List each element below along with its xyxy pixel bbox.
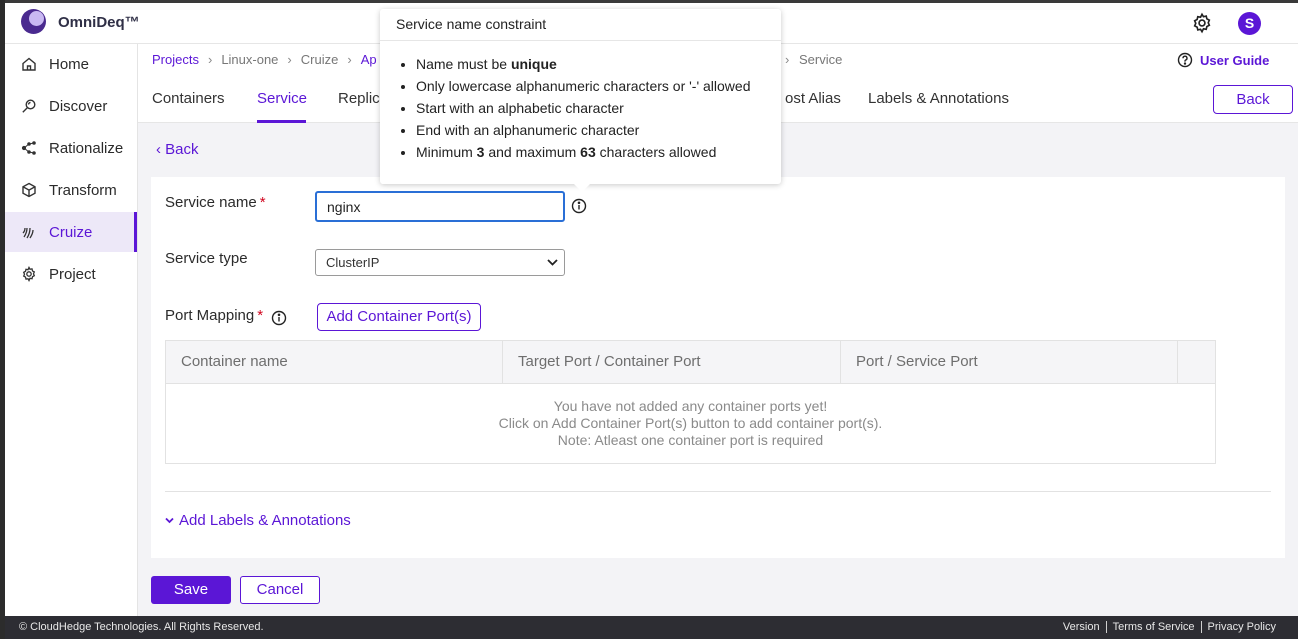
constraint-bold: 63 [580, 144, 596, 160]
tab-labels-annotations[interactable]: Labels & Annotations [868, 90, 1009, 107]
breadcrumb-projects[interactable]: Projects [152, 52, 199, 67]
constraint-item: End with an alphanumeric character [416, 119, 751, 141]
chevron-right-icon: › [347, 52, 352, 67]
chevron-left-icon: ‹ [156, 141, 161, 158]
constraint-text: Minimum [416, 144, 477, 160]
service-type-label: Service type [165, 250, 248, 267]
sidebar-item-label: Cruize [49, 223, 93, 241]
sidebar-item-label: Home [49, 55, 90, 73]
sidebar-item-discover[interactable]: Discover [5, 86, 137, 126]
column-header-target-port: Target Port / Container Port [503, 341, 841, 384]
port-mapping-label-text: Port Mapping [165, 307, 255, 324]
info-icon[interactable] [271, 310, 287, 326]
user-avatar[interactable]: S [1238, 12, 1261, 35]
back-link-label: Back [165, 141, 199, 158]
chevron-down-icon [547, 259, 558, 266]
constraint-text: End with an alphanumeric character [416, 122, 640, 138]
sidebar-item-rationalize[interactable]: Rationalize [5, 128, 137, 168]
tooltip-arrow [574, 184, 590, 192]
chevron-down-icon [165, 517, 174, 524]
rationalize-icon [21, 141, 36, 155]
service-name-input[interactable] [315, 191, 565, 222]
constraint-item: Name must be unique [416, 53, 751, 75]
chevron-right-icon: › [207, 52, 213, 67]
back-button[interactable]: Back [1213, 85, 1293, 114]
column-header-container-name: Container name [166, 341, 503, 384]
section-divider [165, 491, 1271, 492]
tab-service[interactable]: Service [257, 90, 307, 107]
empty-message-line: You have not added any container ports y… [553, 398, 828, 414]
discover-icon [22, 99, 36, 113]
cancel-button[interactable]: Cancel [240, 576, 320, 604]
user-guide-link[interactable]: User Guide [1177, 52, 1269, 68]
constraint-text: characters allowed [595, 144, 717, 160]
table-header: Container name Target Port / Container P… [166, 341, 1215, 384]
sidebar-item-label: Discover [49, 97, 108, 115]
tooltip-constraint-list: Name must be unique Only lowercase alpha… [416, 53, 751, 163]
transform-icon [22, 182, 36, 198]
labels-toggle-label: Add Labels & Annotations [179, 512, 351, 529]
save-button[interactable]: Save [151, 576, 231, 604]
required-mark: * [257, 307, 264, 324]
tab-host-alias[interactable]: ost Alias [785, 90, 841, 107]
add-labels-annotations-toggle[interactable]: Add Labels & Annotations [165, 512, 351, 529]
service-name-constraint-tooltip: Service name constraint Name must be uni… [380, 9, 781, 192]
service-type-value: ClusterIP [326, 255, 380, 270]
service-type-select[interactable]: ClusterIP [315, 249, 565, 276]
home-icon [22, 57, 36, 71]
add-container-port-button[interactable]: Add Container Port(s) [317, 303, 481, 331]
constraint-item: Minimum 3 and maximum 63 characters allo… [416, 141, 751, 163]
brand-name: OmniDeq™ [58, 14, 140, 31]
sidebar-item-home[interactable]: Home [5, 44, 137, 84]
footer-links: Version Terms of Service Privacy Policy [1057, 621, 1282, 633]
sidebar-item-label: Project [49, 265, 96, 283]
empty-table-message: You have not added any container ports y… [166, 398, 1215, 449]
tab-containers[interactable]: Containers [152, 90, 225, 107]
sidebar-item-cruize[interactable]: Cruize [5, 212, 137, 252]
constraint-text: Start with an alphabetic character [416, 100, 624, 116]
cruize-icon [22, 227, 34, 239]
breadcrumb-application[interactable]: Ap [361, 52, 377, 67]
column-header-service-port: Port / Service Port [841, 341, 1178, 384]
empty-message-line: Click on Add Container Port(s) button to… [498, 415, 883, 431]
omnideq-logo-icon [21, 9, 46, 34]
user-guide-label: User Guide [1200, 52, 1270, 68]
constraint-text: and maximum [484, 144, 581, 160]
chevron-right-icon: › [287, 52, 292, 67]
help-circle-icon [1177, 52, 1193, 68]
constraint-bold: unique [510, 56, 557, 72]
sidebar-item-label: Transform [49, 181, 117, 199]
info-icon[interactable] [571, 198, 587, 214]
service-name-label-text: Service name [165, 194, 257, 211]
constraint-text: Only lowercase alphanumeric characters o… [416, 78, 751, 94]
constraint-item: Only lowercase alphanumeric characters o… [416, 75, 751, 97]
sidebar-item-label: Rationalize [49, 139, 124, 157]
sidebar-item-project[interactable]: Project [5, 254, 137, 294]
breadcrumb: Projects › Linux-one › Cruize › Ap [152, 52, 377, 67]
footer-link-version[interactable]: Version [1057, 621, 1106, 633]
breadcrumb-cruize[interactable]: Cruize [301, 52, 339, 67]
copyright-text: © CloudHedge Technologies. All Rights Re… [19, 621, 264, 633]
required-mark: * [259, 194, 266, 211]
sidebar: Home Discover Rationalize Transform Crui… [5, 44, 138, 616]
footer-link-privacy[interactable]: Privacy Policy [1200, 621, 1282, 633]
chevron-right-icon: › [785, 52, 790, 67]
sidebar-item-transform[interactable]: Transform [5, 170, 137, 210]
service-name-label: Service name * [165, 194, 266, 211]
constraint-text: Name must be [416, 56, 511, 72]
constraint-item: Start with an alphabetic character [416, 97, 751, 119]
port-mapping-label: Port Mapping * [165, 307, 263, 324]
breadcrumb-service: Service [799, 52, 843, 67]
tooltip-title: Service name constraint [380, 9, 781, 41]
empty-message-line: Note: Atleast one container port is requ… [557, 432, 824, 448]
project-gear-icon [22, 266, 36, 282]
port-mapping-table: Container name Target Port / Container P… [165, 340, 1216, 464]
back-link[interactable]: ‹ Back [156, 141, 199, 158]
breadcrumb-linux-one[interactable]: Linux-one [221, 52, 278, 67]
footer-link-terms[interactable]: Terms of Service [1105, 621, 1201, 633]
settings-gear-icon[interactable] [1191, 12, 1213, 34]
footer: © CloudHedge Technologies. All Rights Re… [5, 616, 1298, 639]
